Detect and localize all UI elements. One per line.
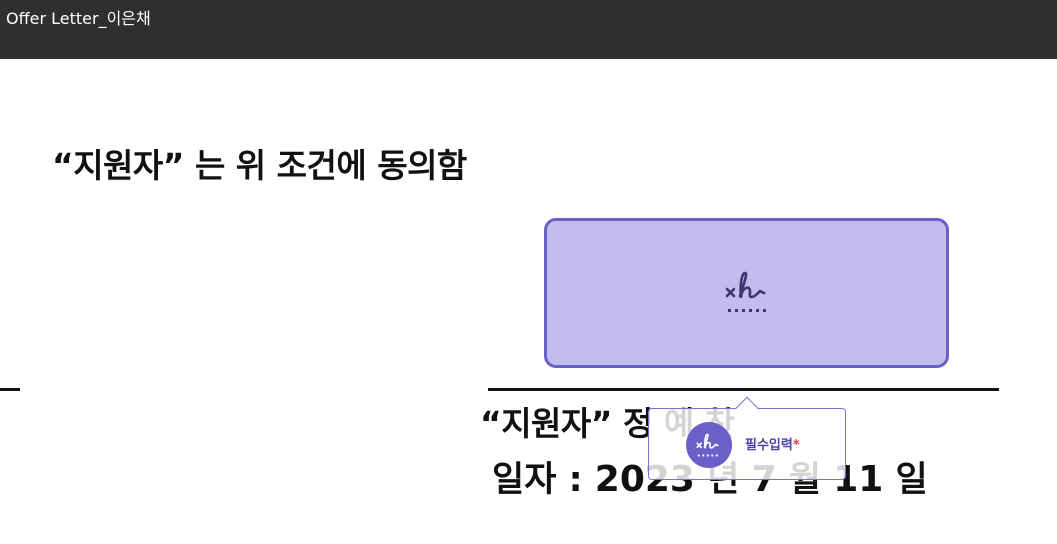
tooltip-label-text: 필수입력 — [745, 438, 793, 453]
signature-rule-left — [0, 388, 20, 391]
signature-icon — [696, 433, 719, 457]
title-bar: Offer Letter_이은채 — [0, 0, 1057, 59]
date-day-unit: 일 — [895, 460, 928, 500]
tooltip-label: 필수입력* — [745, 434, 800, 453]
document-title: Offer Letter_이은채 — [6, 9, 151, 28]
signature-badge — [686, 422, 732, 468]
agreement-statement: “지원자” 는 위 조건에 동의함 — [52, 146, 467, 185]
date-label: 일자 : — [492, 460, 583, 500]
applicant-prefix: “지원자” — [480, 404, 612, 443]
signature-icon — [725, 271, 766, 312]
required-asterisk: * — [792, 438, 800, 453]
required-field-tooltip[interactable]: 필수입력* — [648, 396, 846, 480]
signature-field[interactable] — [544, 218, 949, 368]
signature-rule-right — [488, 388, 999, 391]
